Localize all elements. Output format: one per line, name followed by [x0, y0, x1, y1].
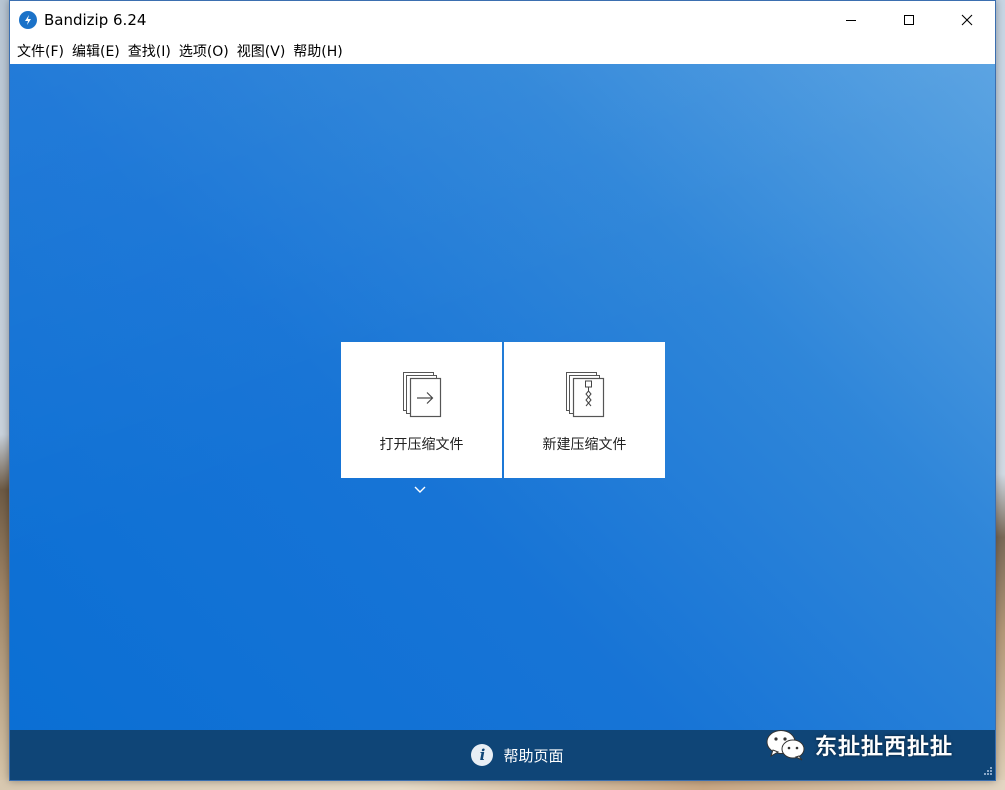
resize-grip-icon[interactable] [981, 766, 993, 778]
minimize-button[interactable] [822, 1, 880, 39]
maximize-icon [904, 15, 914, 25]
info-icon: i [471, 744, 494, 766]
watermark-text: 东扯扯西扯扯 [815, 735, 954, 760]
chevron-down-icon[interactable] [412, 484, 428, 496]
title-bar[interactable]: Bandizip 6.24 [10, 1, 995, 39]
new-archive-label: 新建压缩文件 [542, 437, 627, 453]
new-archive-icon [565, 372, 604, 418]
watermark: 东扯扯西扯扯 [765, 728, 953, 762]
open-archive-icon [402, 372, 441, 418]
window-title: Bandizip 6.24 [44, 11, 147, 29]
close-button[interactable] [938, 1, 996, 39]
menu-edit[interactable]: 编辑(E) [71, 41, 127, 63]
open-archive-label: 打开压缩文件 [379, 437, 464, 453]
menu-view[interactable]: 视图(V) [236, 41, 293, 63]
menu-help[interactable]: 帮助(H) [292, 41, 349, 63]
menu-options[interactable]: 选项(O) [178, 41, 236, 63]
help-page-link[interactable]: i 帮助页面 [471, 744, 564, 766]
menu-bar: 文件(F) 编辑(E) 查找(I) 选项(O) 视图(V) 帮助(H) [10, 39, 995, 64]
open-archive-button[interactable]: 打开压缩文件 [341, 342, 502, 478]
help-page-label: 帮助页面 [503, 746, 564, 765]
new-archive-button[interactable]: 新建压缩文件 [504, 342, 665, 478]
desktop-background-right [995, 0, 1005, 790]
menu-find[interactable]: 查找(I) [127, 41, 178, 63]
menu-file[interactable]: 文件(F) [16, 41, 71, 63]
wechat-icon [766, 730, 805, 761]
bandizip-logo-icon [19, 11, 37, 29]
minimize-icon [846, 20, 856, 21]
maximize-button[interactable] [880, 1, 938, 39]
desktop-background-bottom [0, 780, 1005, 790]
close-icon [961, 14, 973, 26]
main-area: 打开压缩文件 新建压缩文件 [10, 64, 995, 730]
app-window: Bandizip 6.24 文件(F) 编辑(E) 查找(I) 选项(O) 视图… [9, 0, 996, 781]
